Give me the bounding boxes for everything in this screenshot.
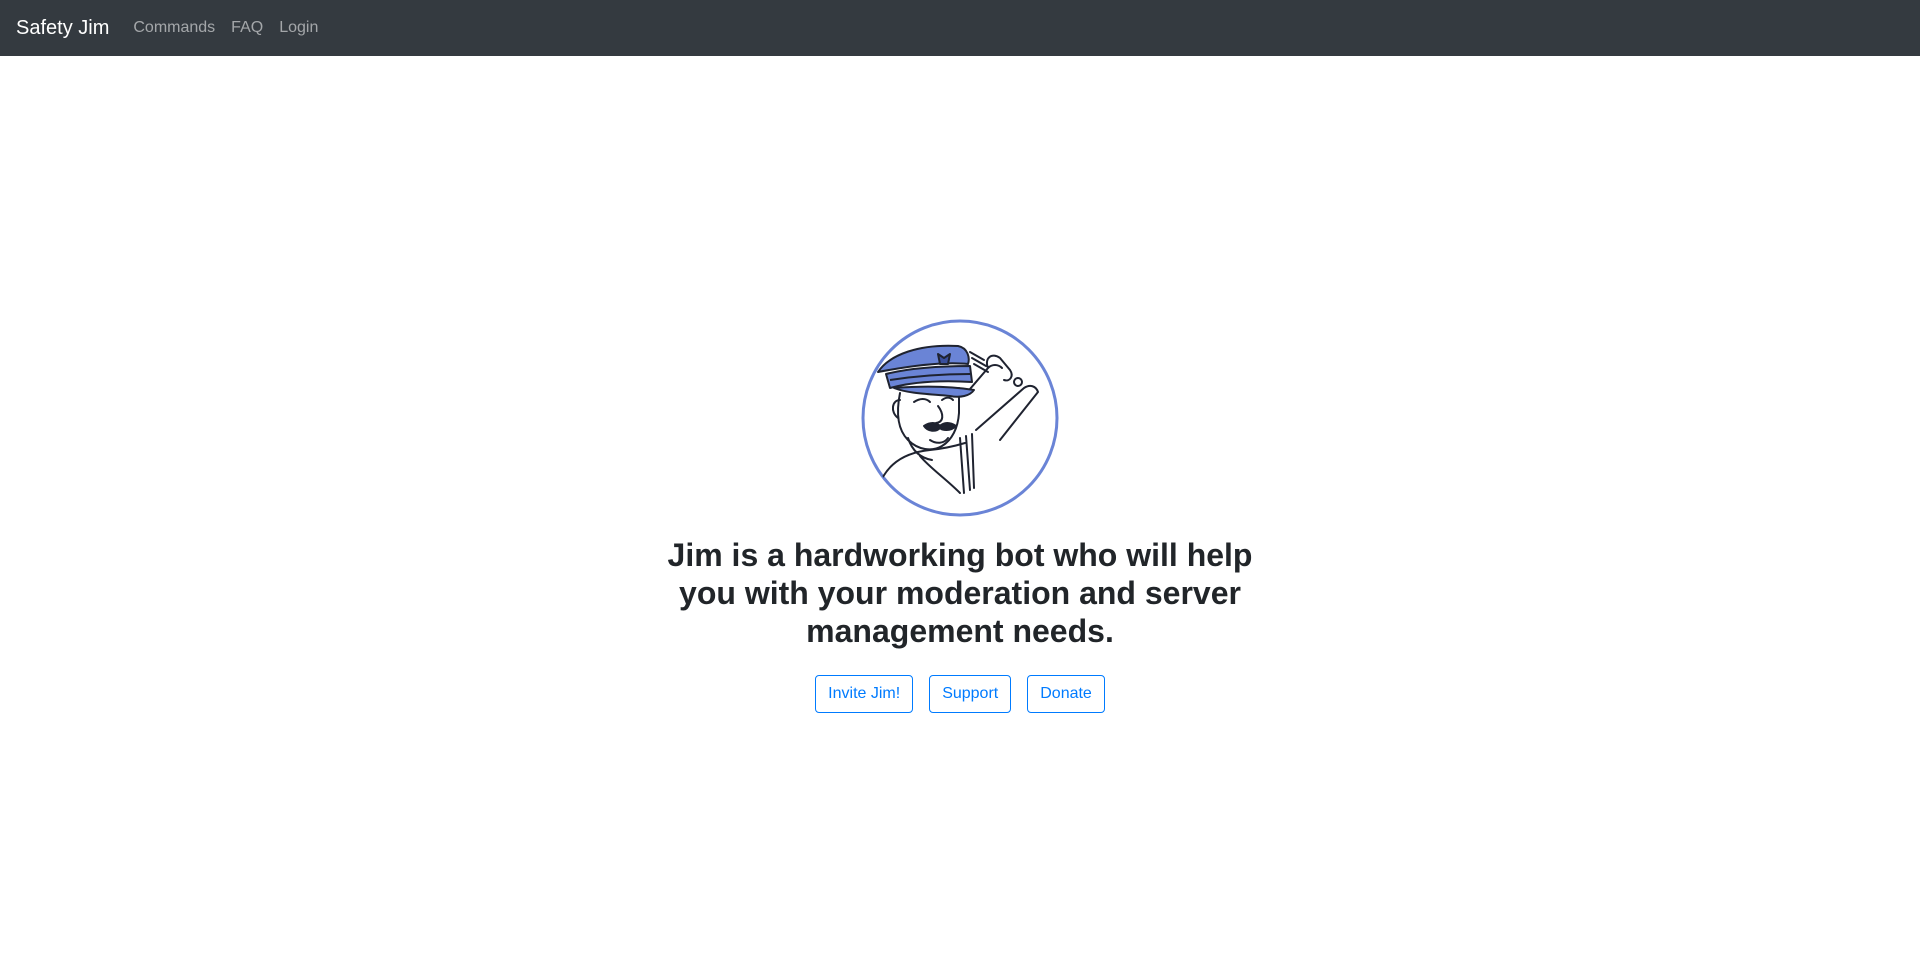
brand-link[interactable]: Safety Jim <box>16 0 109 56</box>
donate-button[interactable]: Donate <box>1027 675 1105 713</box>
nav-link-commands[interactable]: Commands <box>133 0 215 56</box>
nav-link-login[interactable]: Login <box>279 0 318 56</box>
invite-jim-button[interactable]: Invite Jim! <box>815 675 914 713</box>
support-button[interactable]: Support <box>929 675 1012 713</box>
nav-link-faq[interactable]: FAQ <box>231 0 263 56</box>
top-navbar: Safety Jim Commands FAQ Login <box>0 0 1920 56</box>
hero-tagline: Jim is a hardworking bot who will help y… <box>667 537 1253 649</box>
hero-section: Jim is a hardworking bot who will help y… <box>0 318 1920 713</box>
saluting-police-officer-icon <box>861 319 1059 517</box>
hero-button-row: Invite Jim! Support Donate <box>815 675 1105 713</box>
